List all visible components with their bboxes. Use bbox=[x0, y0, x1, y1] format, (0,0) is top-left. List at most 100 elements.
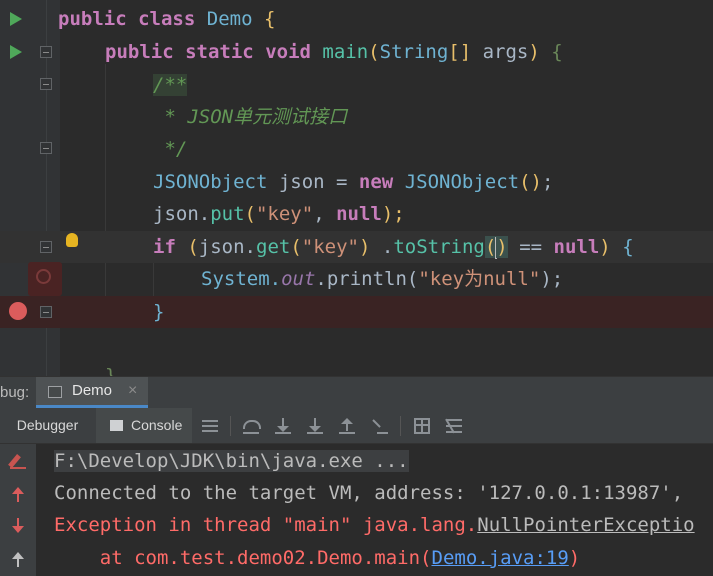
console-output[interactable]: F:\Develop\JDK\bin\java.exe ... Connecte… bbox=[0, 444, 713, 576]
method-name: put bbox=[210, 203, 245, 225]
breakpoint-icon[interactable] bbox=[9, 302, 27, 320]
fold-icon[interactable] bbox=[40, 142, 52, 154]
brace: { bbox=[551, 41, 563, 63]
string-literal: "key" bbox=[301, 236, 359, 258]
type-name: JSONObject bbox=[404, 171, 520, 193]
paren: ( bbox=[244, 203, 256, 225]
run-icon[interactable] bbox=[10, 45, 22, 59]
call-end: ); bbox=[540, 268, 564, 290]
fold-icon[interactable] bbox=[40, 306, 52, 318]
paren: ) bbox=[358, 236, 371, 258]
comment: */ bbox=[153, 138, 188, 160]
keyword: null bbox=[553, 236, 600, 258]
method-name: main bbox=[322, 41, 369, 63]
paren: ) bbox=[599, 236, 611, 258]
comma: , bbox=[313, 203, 337, 225]
run-icon[interactable] bbox=[10, 12, 22, 26]
step-into-icon[interactable] bbox=[272, 415, 294, 437]
pencil-icon[interactable] bbox=[8, 452, 27, 470]
bulb-icon[interactable] bbox=[66, 233, 78, 247]
array-brackets: [] bbox=[448, 41, 472, 63]
brace: { bbox=[263, 8, 276, 30]
console-line-command: F:\Develop\JDK\bin\java.exe ... bbox=[54, 445, 409, 477]
console-icon bbox=[110, 419, 123, 431]
console-line-connected: Connected to the target VM, address: '12… bbox=[54, 482, 684, 504]
code-line-6[interactable]: JSONObject json = new JSONObject(); bbox=[0, 166, 713, 198]
type-name: JSONObject bbox=[153, 171, 268, 193]
debug-tab-bar: bug: Demo × bbox=[0, 376, 713, 408]
toolbar-separator bbox=[230, 416, 231, 436]
code-line-5[interactable]: */ bbox=[0, 133, 713, 165]
menu-icon[interactable] bbox=[199, 415, 221, 437]
run-to-cursor-icon[interactable] bbox=[369, 415, 391, 437]
evaluate-icon[interactable] bbox=[411, 415, 433, 437]
code-line-1[interactable]: public class Demo { bbox=[0, 3, 713, 35]
fold-icon[interactable] bbox=[40, 46, 52, 58]
code-line-3[interactable]: /** bbox=[0, 69, 713, 101]
fold-icon[interactable] bbox=[40, 78, 52, 90]
class-name: System. bbox=[201, 268, 282, 290]
keyword: new bbox=[358, 171, 394, 193]
tab-console-label: Console bbox=[131, 417, 183, 433]
stacktrace-prefix: at com.test.demo02.Demo.main( bbox=[54, 547, 432, 569]
keyword: class bbox=[138, 8, 196, 30]
exception-prefix: Exception in thread "main" java.lang. bbox=[54, 514, 478, 536]
tab-console[interactable]: Console bbox=[96, 408, 192, 443]
field-name: out bbox=[281, 268, 316, 290]
console-line-stacktrace: at com.test.demo02.Demo.main(Demo.java:1… bbox=[54, 542, 580, 574]
paren: ) bbox=[528, 41, 540, 63]
code-line-4[interactable]: * JSON单元测试接口 bbox=[0, 101, 713, 133]
object: json. bbox=[153, 203, 211, 225]
keyword: null bbox=[336, 203, 382, 225]
param: args bbox=[471, 41, 529, 63]
search-icon bbox=[28, 262, 62, 296]
close-icon[interactable]: × bbox=[128, 377, 137, 405]
operator: == bbox=[507, 236, 554, 258]
toolbar-separator bbox=[400, 416, 401, 436]
paren: ( bbox=[187, 236, 199, 258]
class-name: Demo bbox=[206, 8, 253, 30]
paren: ( bbox=[290, 236, 302, 258]
trace-icon[interactable] bbox=[443, 415, 465, 437]
force-step-into-icon[interactable] bbox=[304, 415, 326, 437]
source-link[interactable]: Demo.java:19 bbox=[432, 547, 569, 569]
variable: json = bbox=[267, 171, 359, 193]
keyword: public bbox=[105, 41, 174, 63]
brace: { bbox=[622, 236, 634, 258]
code-line-11[interactable]: } bbox=[0, 360, 713, 376]
arrow-down-icon[interactable] bbox=[9, 517, 27, 535]
exception-class-link[interactable]: NullPointerExceptio bbox=[477, 514, 694, 536]
keyword: if bbox=[153, 236, 176, 258]
step-out-icon[interactable] bbox=[336, 415, 358, 437]
tab-demo[interactable]: Demo × bbox=[36, 377, 148, 408]
code-line-7[interactable]: json.put("key", null); bbox=[0, 198, 713, 230]
string-literal: "key" bbox=[255, 203, 314, 225]
fold-icon[interactable] bbox=[40, 241, 52, 253]
code-line-9[interactable]: System.out.println("key为null"); bbox=[0, 263, 713, 295]
console-icon bbox=[48, 386, 62, 398]
command-text[interactable]: F:\Develop\JDK\bin\java.exe ... bbox=[54, 450, 409, 472]
method-name: get bbox=[256, 236, 291, 258]
arrow-up-icon[interactable] bbox=[9, 485, 27, 503]
dot: . bbox=[370, 236, 394, 258]
brace: } bbox=[153, 301, 165, 323]
keyword: void bbox=[265, 41, 311, 63]
tab-debugger[interactable]: Debugger bbox=[0, 408, 95, 443]
method-call: .println( bbox=[315, 268, 419, 290]
string-literal: "key为null" bbox=[418, 268, 541, 290]
code-editor[interactable]: public class Demo { public static void m… bbox=[0, 0, 713, 376]
code-line-10[interactable]: } bbox=[0, 296, 713, 328]
semicolon: ; bbox=[541, 171, 554, 193]
code-line-2[interactable]: public static void main(String[] args) { bbox=[0, 36, 713, 68]
code-line-8[interactable]: if (json.get("key") .toString() == null)… bbox=[0, 231, 713, 263]
comment: * JSON单元测试接口 bbox=[153, 106, 348, 128]
arrow-up-icon[interactable] bbox=[9, 550, 27, 568]
console-line-exception: Exception in thread "main" java.lang.Nul… bbox=[54, 509, 695, 541]
paren: () bbox=[519, 171, 542, 193]
paren: ); bbox=[381, 203, 405, 225]
step-over-icon[interactable] bbox=[240, 415, 262, 437]
paren-close: ) bbox=[496, 236, 508, 258]
debug-panel-label: bug: bbox=[0, 384, 30, 401]
debug-toolbar: Debugger Console bbox=[0, 408, 713, 444]
method-name: toString bbox=[393, 236, 485, 258]
